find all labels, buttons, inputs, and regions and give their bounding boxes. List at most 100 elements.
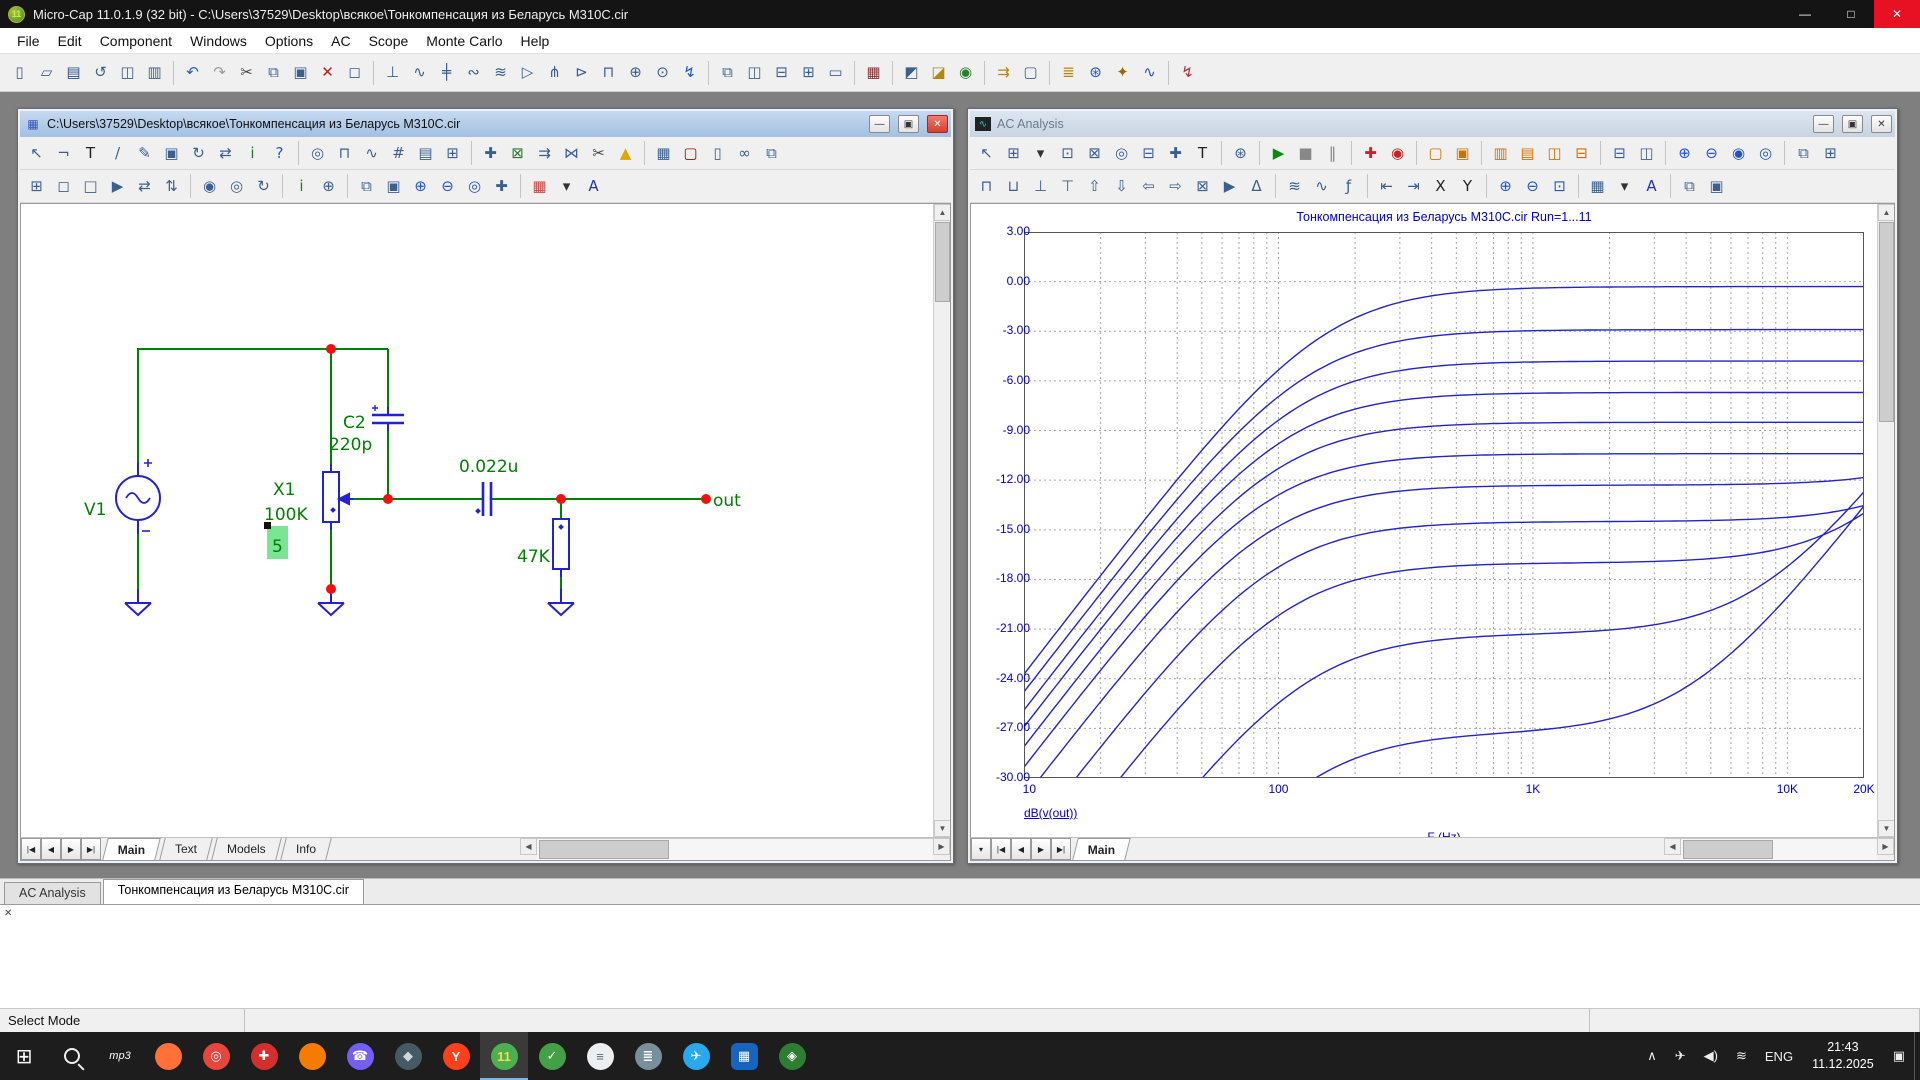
hscroll-thumb[interactable]	[539, 840, 669, 859]
opamp-button[interactable]: ⊳	[568, 60, 595, 86]
point-probe-button[interactable]: ◎	[304, 140, 331, 166]
x1-potentiometer-symbol[interactable]	[323, 472, 339, 522]
select-mode-button[interactable]: ↖	[973, 140, 1000, 166]
zoom-out-button[interactable]: ⊖	[434, 173, 461, 199]
c2-value-label[interactable]: 220p	[329, 435, 372, 455]
magnify-button[interactable]: ◎	[1108, 140, 1135, 166]
scale-down-button[interactable]: ⇩	[1108, 173, 1135, 199]
trackers-button[interactable]: ⊠	[1189, 173, 1216, 199]
tray-telegram-tray-icon[interactable]: ✈	[1666, 1032, 1695, 1080]
sheet-tab-models[interactable]: Models	[212, 838, 282, 860]
scroll-up-icon[interactable]: ▲	[934, 204, 951, 221]
maximize-button[interactable]: □	[1828, 0, 1874, 28]
zoom-out-button[interactable]: ⊖	[1519, 173, 1546, 199]
taskbar-micro-cap-button[interactable]: 11	[480, 1032, 528, 1080]
stop-button[interactable]: ■	[1292, 140, 1319, 166]
c2-label[interactable]: C2	[343, 413, 366, 433]
digital-path-button[interactable]: ⊓	[331, 140, 358, 166]
new-file-button[interactable]: ▯	[6, 60, 33, 86]
minimize-button[interactable]: —	[1782, 0, 1828, 28]
tray-volume-icon[interactable]: ◀)	[1695, 1032, 1727, 1080]
scroll-left-icon[interactable]: ◀	[1664, 838, 1681, 855]
taskbar-system-tool-button[interactable]: ≣	[624, 1032, 672, 1080]
clear-area-button[interactable]: □	[77, 173, 104, 199]
taskbar-mp3-player-button[interactable]: mp3	[96, 1032, 144, 1080]
region-cut-button[interactable]: ✂	[585, 140, 612, 166]
zoom-last-button[interactable]: ◎	[1752, 140, 1779, 166]
scroll-down-icon[interactable]: ▼	[1878, 820, 1895, 837]
menu-file[interactable]: File	[8, 29, 49, 53]
analysis-minimize-button[interactable]: —	[1813, 115, 1834, 133]
cursor-right-button[interactable]: ⇥	[1400, 173, 1427, 199]
transistor-button[interactable]: ⋔	[541, 60, 568, 86]
schematic-restore-button[interactable]: ▣	[898, 115, 919, 133]
menu-monte-carlo[interactable]: Monte Carlo	[417, 29, 511, 53]
zoom-dynamic-button[interactable]: ⊠	[1081, 140, 1108, 166]
run-analysis-button[interactable]: ⇉	[990, 60, 1017, 86]
taskbar-dark-shield-button[interactable]: ◆	[384, 1032, 432, 1080]
hscroll-thumb[interactable]	[1683, 840, 1773, 859]
panel-stack-button[interactable]: ⊟	[1568, 140, 1595, 166]
node-snap-button[interactable]: ⊕	[315, 173, 342, 199]
cut-button[interactable]: ✂	[233, 60, 260, 86]
refresh-button[interactable]: ↻	[250, 173, 277, 199]
schematic-horizontal-scrollbar[interactable]: ◀ ▶	[520, 838, 950, 860]
diode-button[interactable]: ▷	[514, 60, 541, 86]
calculator-button[interactable]: ▦	[860, 60, 887, 86]
analysis-horizontal-scrollbar[interactable]: ◀ ▶	[1664, 838, 1894, 860]
taskbar-yandex-browser-button[interactable]: Y	[432, 1032, 480, 1080]
scroll-right-icon[interactable]: ▶	[1877, 838, 1894, 855]
graphics-mode-button[interactable]: ✎	[131, 140, 158, 166]
menu-ac[interactable]: AC	[322, 29, 359, 53]
plot-area[interactable]: Тонкомпенсация из Беларусь M310C.cir Run…	[971, 204, 1877, 837]
start-button[interactable]: ⊞	[0, 1032, 48, 1080]
scrollbar-thumb[interactable]	[935, 222, 950, 302]
schematic-vertical-scrollbar[interactable]: ▲ ▼	[933, 204, 950, 837]
scope-view-button[interactable]: ∿	[1136, 60, 1163, 86]
run-button[interactable]: ▶	[1265, 140, 1292, 166]
line-mode-button[interactable]: ∕	[104, 140, 131, 166]
menu-options[interactable]: Options	[256, 29, 322, 53]
last-page-button[interactable]: ▶|	[81, 838, 101, 860]
component-editor-button[interactable]: ◩	[898, 60, 925, 86]
menu-scope[interactable]: Scope	[360, 29, 418, 53]
inductor-button[interactable]: ∾	[460, 60, 487, 86]
watch-probe-button[interactable]: ↯	[1174, 60, 1201, 86]
sheet-tab-main[interactable]: Main	[1072, 838, 1131, 860]
pan-button[interactable]: ✚	[488, 173, 515, 199]
resistor-button[interactable]: ≋	[487, 60, 514, 86]
title-block-button[interactable]: ▯	[704, 140, 731, 166]
pulse-source-button[interactable]: ⊓	[595, 60, 622, 86]
text-mode-button[interactable]: T	[1189, 140, 1216, 166]
restore-scale-button[interactable]: ⊤	[1054, 173, 1081, 199]
show-desktop-button[interactable]	[1914, 1032, 1920, 1080]
prev-page-button[interactable]: ◀	[41, 838, 61, 860]
save-button[interactable]: ▤	[60, 60, 87, 86]
crosshair-cursor-button[interactable]: ✚	[1357, 140, 1384, 166]
scale-up-button[interactable]: ⇧	[1081, 173, 1108, 199]
menu-help[interactable]: Help	[512, 29, 559, 53]
coupling-capacitor-symbol[interactable]	[483, 482, 491, 516]
page-properties-button[interactable]: ⊞	[1817, 140, 1844, 166]
plot-pages-button[interactable]: ▣	[1449, 140, 1476, 166]
command-button[interactable]: ✚	[477, 140, 504, 166]
scroll-up-icon[interactable]: ▲	[1878, 204, 1895, 221]
rotate-button[interactable]: ↻	[185, 140, 212, 166]
cascade-windows-button[interactable]: ⧉	[714, 60, 741, 86]
analysis-vertical-scrollbar[interactable]: ▲ ▼	[1877, 204, 1894, 837]
close-button[interactable]: ✕	[1874, 0, 1920, 28]
panel-split-button[interactable]: ◫	[1541, 140, 1568, 166]
tile-horizontal-button[interactable]: ⊟	[768, 60, 795, 86]
tray-tray-expand-icon[interactable]: ∧	[1638, 1032, 1666, 1080]
out-node-label[interactable]: out	[713, 491, 741, 511]
probe-button[interactable]: ↯	[676, 60, 703, 86]
optimizer-button[interactable]: ✦	[1109, 60, 1136, 86]
shape-editor-button[interactable]: ◪	[925, 60, 952, 86]
sheet-tab-info[interactable]: Info	[280, 838, 332, 860]
next-page-button[interactable]: ▶	[1031, 838, 1051, 860]
picture-button[interactable]: ▣	[158, 140, 185, 166]
tray-language[interactable]: ENG	[1756, 1032, 1802, 1080]
help-mode-button[interactable]: ?	[266, 140, 293, 166]
split-vertical-button[interactable]: ◫	[1633, 140, 1660, 166]
zoom-in-button[interactable]: ⊕	[1671, 140, 1698, 166]
